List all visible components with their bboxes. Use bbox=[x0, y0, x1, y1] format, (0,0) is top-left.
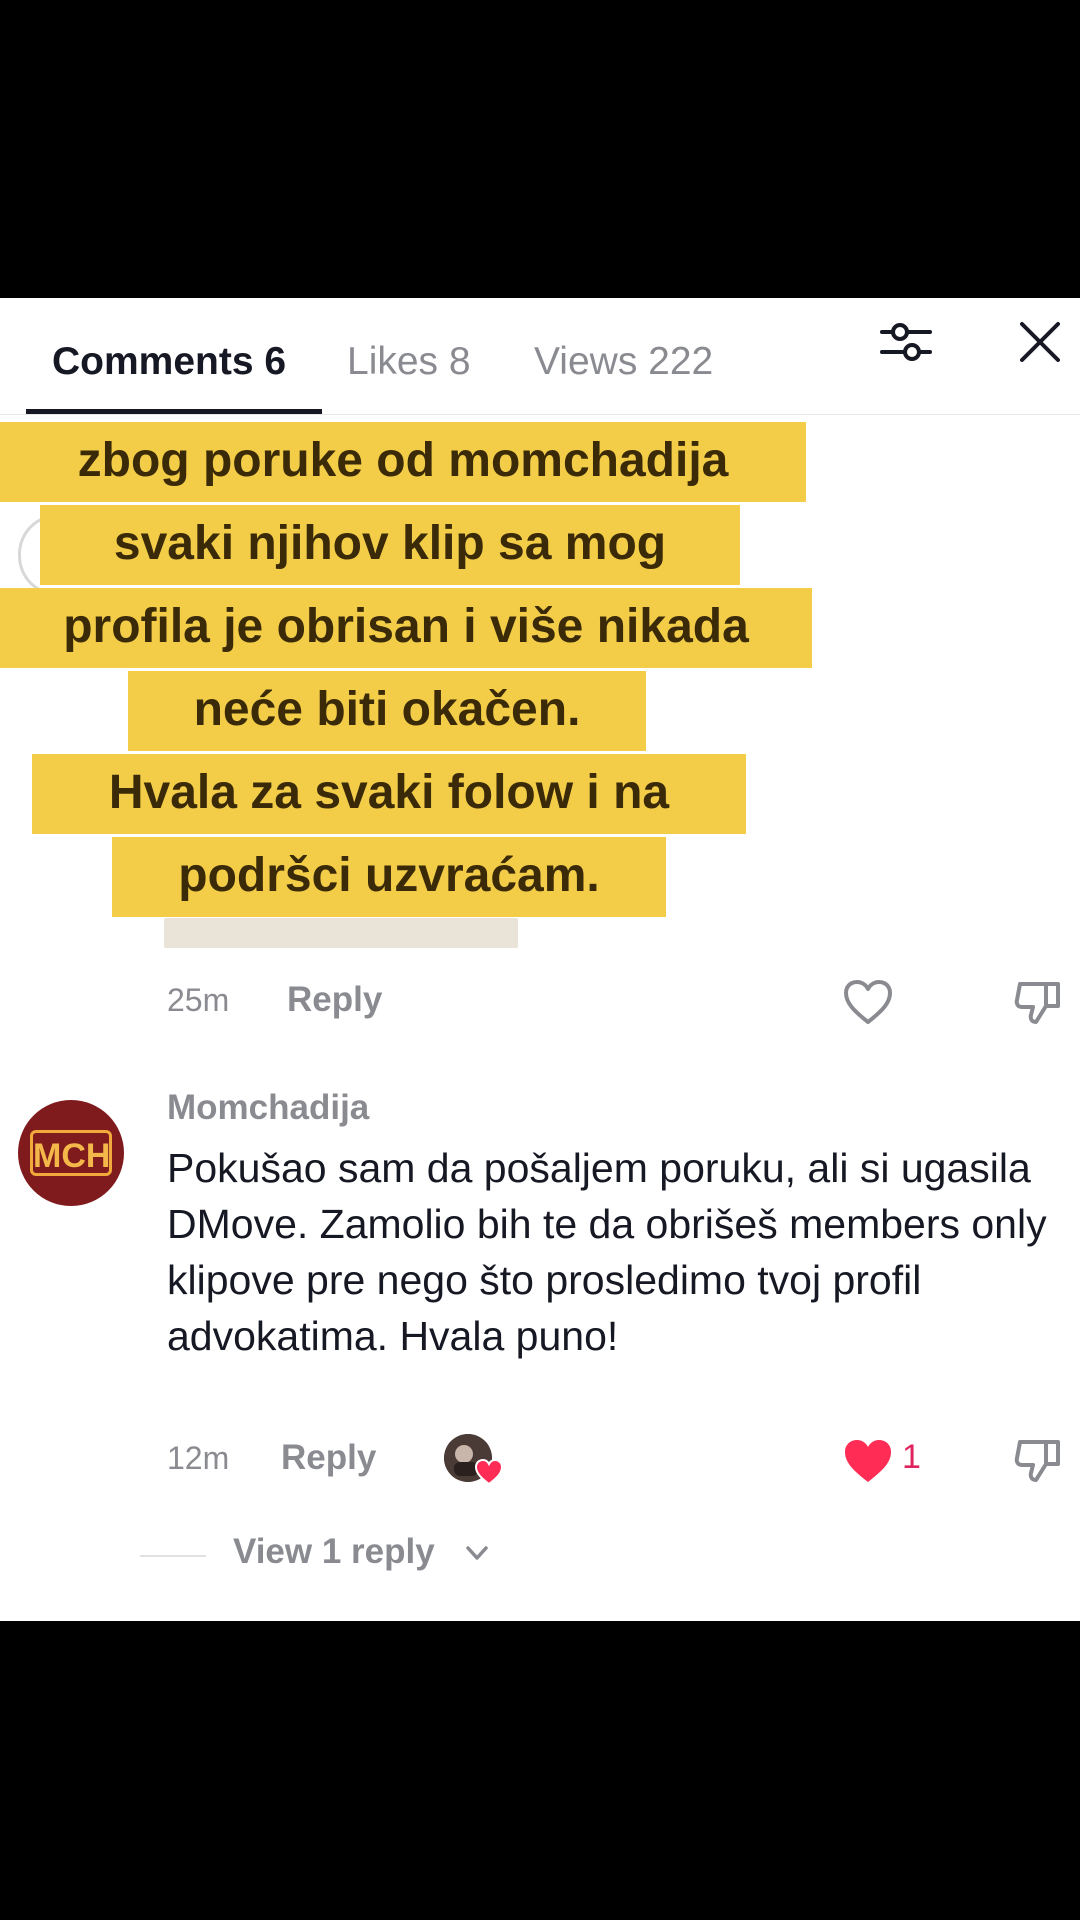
heart-icon[interactable] bbox=[842, 978, 894, 1026]
divider bbox=[140, 1555, 206, 1557]
creator-heart-icon bbox=[474, 1458, 504, 1486]
overlay-line: neće biti okačen. bbox=[128, 671, 646, 751]
avatar[interactable]: MCH bbox=[18, 1100, 124, 1206]
reply-button[interactable]: Reply bbox=[287, 980, 382, 1020]
view-replies-button[interactable]: View 1 reply bbox=[233, 1532, 435, 1572]
overlay-line: profila je obrisan i više nikada bbox=[0, 588, 812, 668]
comment-text: Pokušao sam da pošaljem poruku, ali si u… bbox=[167, 1145, 1047, 1359]
chevron-down-icon[interactable] bbox=[464, 1540, 490, 1566]
like-count: 1 bbox=[902, 1438, 921, 1476]
tab-bar: Comments 6 Likes 8 Views 222 bbox=[0, 298, 1080, 415]
comment-time: 12m bbox=[167, 1440, 230, 1476]
filter-icon[interactable] bbox=[876, 312, 936, 372]
first-comment-image[interactable] bbox=[164, 918, 518, 948]
overlay-line: svaki njihov klip sa mog bbox=[40, 505, 740, 585]
dislike-icon[interactable] bbox=[1012, 976, 1064, 1028]
tab-comments[interactable]: Comments 6 bbox=[52, 324, 286, 400]
overlay-line: zbog poruke od momchadija bbox=[0, 422, 806, 502]
tab-likes[interactable]: Likes 8 bbox=[347, 324, 471, 400]
active-tab-indicator bbox=[26, 409, 322, 414]
overlay-line: podršci uzvraćam. bbox=[112, 837, 666, 917]
dislike-icon[interactable] bbox=[1012, 1434, 1064, 1486]
close-icon[interactable] bbox=[1012, 314, 1068, 370]
avatar-logo: MCH bbox=[30, 1130, 112, 1176]
comments-panel: Comments 6 Likes 8 Views 222 zbog poruke… bbox=[0, 298, 1080, 1621]
heart-icon[interactable] bbox=[842, 1437, 894, 1485]
comment-username[interactable]: Momchadija bbox=[167, 1088, 369, 1128]
comment-time: 25m bbox=[167, 982, 230, 1018]
tab-views[interactable]: Views 222 bbox=[534, 324, 713, 400]
reply-button[interactable]: Reply bbox=[281, 1438, 376, 1478]
overlay-line: Hvala za svaki folow i na bbox=[32, 754, 746, 834]
